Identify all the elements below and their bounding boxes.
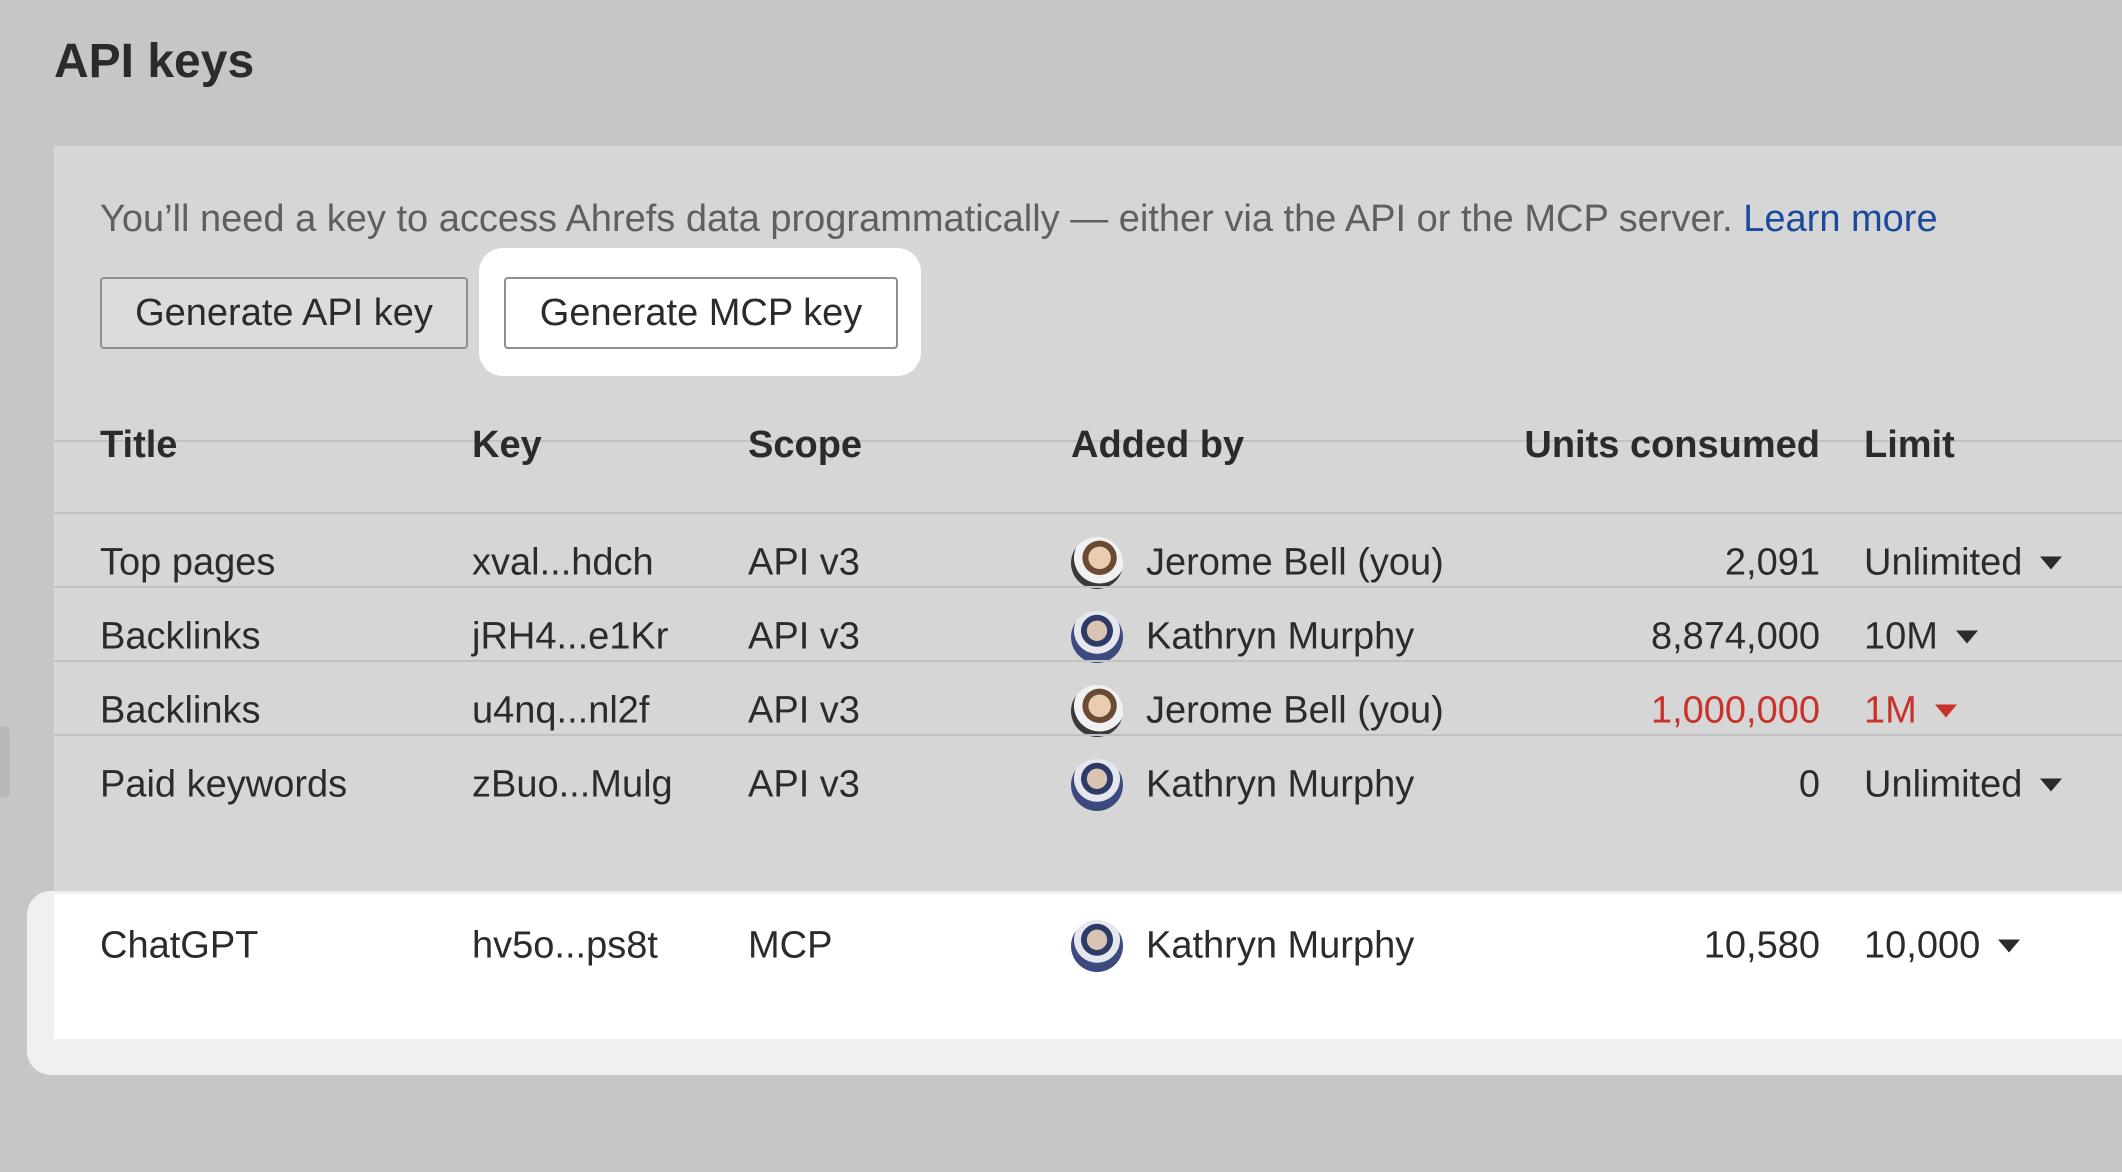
column-header-key[interactable]: Key: [472, 424, 542, 467]
kathryn-avatar: [1071, 919, 1123, 972]
row-key: zBuo...Mulg: [472, 763, 673, 805]
row-scope: API v3: [748, 615, 860, 657]
column-header-title[interactable]: Title: [100, 424, 177, 467]
row-title: Paid keywords: [100, 763, 348, 805]
column-header-limit[interactable]: Limit: [1864, 424, 1955, 467]
column-header-added-by[interactable]: Added by: [1071, 424, 1244, 467]
row-units-consumed: 8,874,000: [1650, 615, 1820, 657]
intro-description: You’ll need a key to access Ahrefs data …: [100, 198, 1744, 240]
column-header-scope[interactable]: Scope: [748, 424, 862, 467]
row-title: Backlinks: [100, 615, 261, 657]
caret-down-icon: [1955, 630, 1978, 643]
row-title: Top pages: [100, 541, 276, 583]
page-title: API keys: [54, 35, 255, 88]
limit-dropdown[interactable]: Unlimited: [1864, 541, 2063, 584]
limit-value: 1M: [1864, 689, 1917, 731]
limit-value: Unlimited: [1864, 541, 2023, 583]
learn-more-link[interactable]: Learn more: [1743, 198, 1937, 240]
row-units-consumed: 10,580: [1703, 924, 1820, 966]
row-scope: API v3: [748, 541, 860, 583]
row-key: hv5o...ps8t: [472, 924, 658, 966]
generate-mcp-key-button[interactable]: Generate MCP key: [504, 277, 898, 349]
row-added-by: Kathryn Murphy: [1146, 763, 1415, 805]
limit-value: 10,000: [1864, 924, 1981, 966]
row-title: ChatGPT: [100, 924, 259, 966]
row-key: u4nq...nl2f: [472, 689, 650, 731]
limit-value: 10M: [1864, 615, 1938, 657]
row-added-by: Kathryn Murphy: [1146, 615, 1415, 657]
limit-dropdown[interactable]: 1M: [1864, 689, 1957, 732]
kathryn-avatar: [1071, 758, 1123, 811]
row-scope: API v3: [748, 689, 860, 731]
row-title: Backlinks: [100, 689, 261, 731]
jerome-avatar: [1071, 536, 1123, 589]
row-added-by: Jerome Bell (you): [1146, 541, 1444, 583]
row-units-consumed: 1,000,000: [1650, 689, 1820, 731]
limit-dropdown[interactable]: 10M: [1864, 615, 1978, 658]
row-added-by: Kathryn Murphy: [1146, 924, 1415, 966]
sidebar-collapse-handle[interactable]: [0, 726, 10, 798]
caret-down-icon: [1934, 704, 1957, 717]
jerome-avatar: [1071, 684, 1123, 737]
table-row[interactable]: ChatGPT hv5o...ps8t MCP Kathryn Murphy 1…: [54, 896, 2122, 995]
limit-dropdown[interactable]: Unlimited: [1864, 763, 2063, 806]
kathryn-avatar: [1071, 610, 1123, 663]
generate-api-key-button[interactable]: Generate API key: [100, 277, 468, 349]
caret-down-icon: [1998, 939, 2021, 952]
row-key: xval...hdch: [472, 541, 654, 583]
api-keys-page: API keys You’ll need a key to access Ahr…: [0, 0, 2122, 1172]
caret-down-icon: [2040, 556, 2063, 569]
row-added-by: Jerome Bell (you): [1146, 689, 1444, 731]
row-scope: MCP: [748, 924, 833, 966]
caret-down-icon: [2040, 778, 2063, 791]
limit-value: Unlimited: [1864, 763, 2023, 805]
limit-dropdown[interactable]: 10,000: [1864, 924, 2021, 967]
row-key: jRH4...e1Kr: [472, 615, 669, 657]
row-units-consumed: 2,091: [1724, 541, 1820, 583]
column-header-units-consumed[interactable]: Units consumed: [1524, 424, 1820, 467]
intro-text: You’ll need a key to access Ahrefs data …: [100, 198, 1938, 241]
row-units-consumed: 0: [1798, 763, 1820, 805]
table-row[interactable]: Paid keywords zBuo...Mulg API v3 Kathryn…: [54, 735, 2122, 834]
row-scope: API v3: [748, 763, 860, 805]
